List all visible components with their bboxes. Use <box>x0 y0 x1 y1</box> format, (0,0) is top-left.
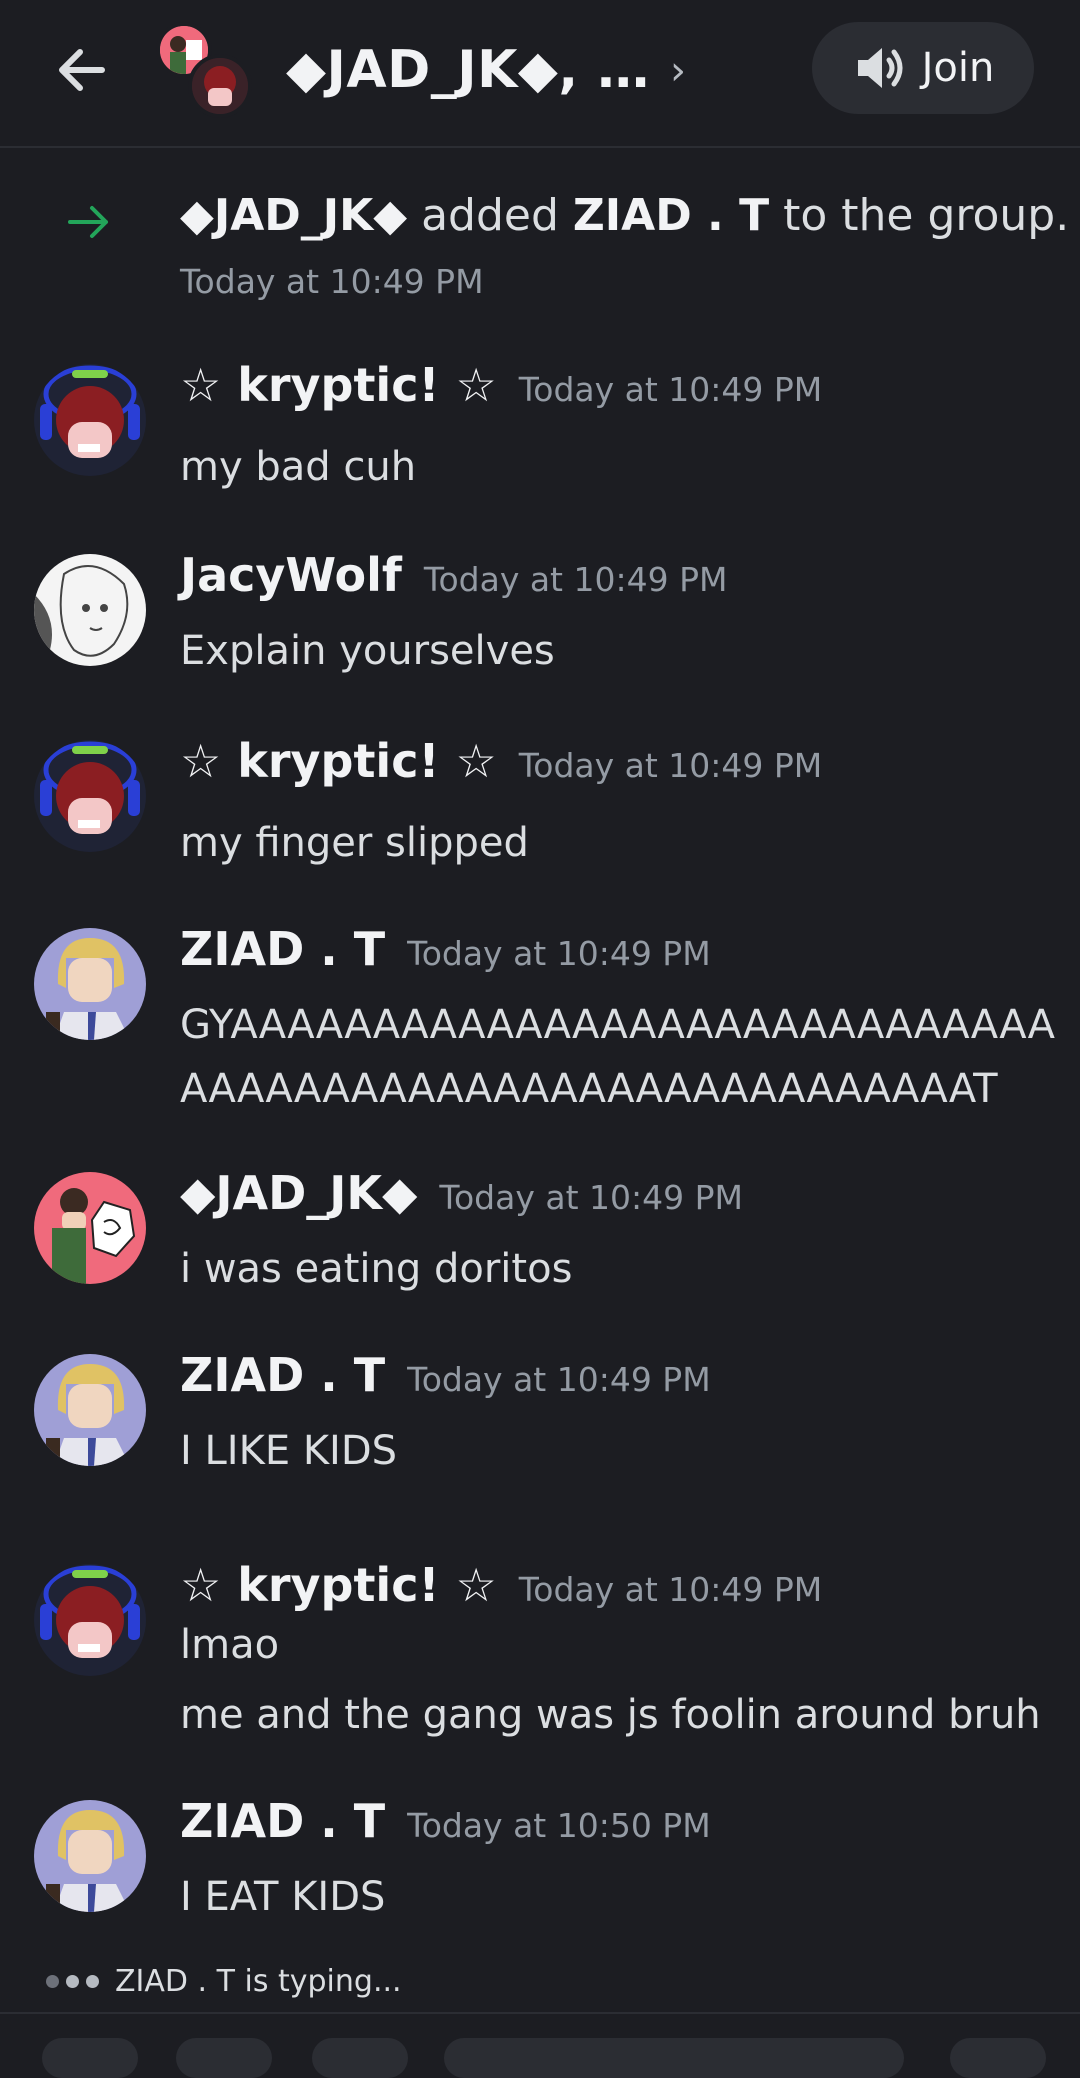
avatar[interactable] <box>34 554 146 666</box>
speaker-icon <box>857 48 903 88</box>
system-verb: added <box>407 190 573 241</box>
message-author[interactable]: ZIAD . T Today at 10:49 PM <box>180 1348 711 1402</box>
composer-action-button[interactable] <box>176 2038 272 2078</box>
message-text: Explain yourselves <box>180 628 555 674</box>
message-text: GYAAAAAAAAAAAAAAAAAAAAAAAAAAAAA <box>180 1002 1056 1048</box>
avatar[interactable] <box>34 1800 146 1912</box>
chevron-right-icon[interactable]: › <box>670 48 686 94</box>
message-text: my finger slipped <box>180 820 529 866</box>
avatar[interactable] <box>34 928 146 1040</box>
author-name[interactable]: ZIAD . T <box>180 1794 385 1848</box>
system-message-text: ◆JAD_JK◆ added ZIAD . T to the group. <box>180 190 1069 241</box>
typing-dots-icon <box>46 1975 99 1988</box>
group-avatar-stack[interactable] <box>156 22 256 118</box>
message-time: Today at 10:49 PM <box>423 560 728 599</box>
author-name[interactable]: ZIAD . T <box>180 922 385 976</box>
message-text: my bad cuh <box>180 444 417 490</box>
author-name[interactable]: ◆JAD_JK◆ <box>180 1166 417 1220</box>
message-author[interactable]: ☆ kryptic! ☆ Today at 10:49 PM <box>180 734 822 788</box>
avatar[interactable] <box>34 1354 146 1466</box>
message-author[interactable]: ☆ kryptic! ☆ Today at 10:49 PM <box>180 1558 822 1612</box>
system-target[interactable]: ZIAD . T <box>573 190 769 241</box>
message-author[interactable]: ☆ kryptic! ☆ Today at 10:49 PM <box>180 358 822 412</box>
avatar[interactable] <box>34 740 146 852</box>
message-author[interactable]: ◆JAD_JK◆ Today at 10:49 PM <box>180 1166 743 1220</box>
author-name[interactable]: ZIAD . T <box>180 1348 385 1402</box>
message-text: I EAT KIDS <box>180 1874 386 1920</box>
composer-bar <box>0 2014 1080 2078</box>
join-label: Join <box>921 45 995 91</box>
message-time: Today at 10:49 PM <box>518 1570 823 1609</box>
typing-indicator: ZIAD . T is typing... <box>46 1964 402 1999</box>
group-avatar-kryptic <box>188 54 252 118</box>
author-name[interactable]: JacyWolf <box>180 548 402 602</box>
system-message-time: Today at 10:49 PM <box>180 262 484 301</box>
message-time: Today at 10:49 PM <box>518 746 823 785</box>
message-time: Today at 10:49 PM <box>439 1178 743 1217</box>
message-author[interactable]: JacyWolf Today at 10:49 PM <box>180 548 727 602</box>
system-suffix: to the group. <box>769 190 1070 241</box>
avatar[interactable] <box>34 1172 146 1284</box>
chat-header: ◆JAD_JK◆, … › Join <box>0 0 1080 148</box>
avatar[interactable] <box>34 364 146 476</box>
message-author[interactable]: ZIAD . T Today at 10:50 PM <box>180 1794 711 1848</box>
author-name[interactable]: ☆ kryptic! ☆ <box>180 734 497 788</box>
member-added-arrow-icon <box>66 202 116 242</box>
system-actor[interactable]: ◆JAD_JK◆ <box>180 190 407 241</box>
chat-title[interactable]: ◆JAD_JK◆, … <box>286 40 650 100</box>
avatar[interactable] <box>34 1564 146 1676</box>
message-input[interactable] <box>444 2038 904 2078</box>
composer-action-button[interactable] <box>312 2038 408 2078</box>
author-name[interactable]: ☆ kryptic! ☆ <box>180 358 497 412</box>
message-time: Today at 10:49 PM <box>407 1360 711 1399</box>
message-time: Today at 10:50 PM <box>407 1806 711 1845</box>
message-text: lmao <box>180 1622 280 1668</box>
typing-text: ZIAD . T is typing... <box>115 1964 402 1999</box>
message-time: Today at 10:49 PM <box>407 934 711 973</box>
author-name[interactable]: ☆ kryptic! ☆ <box>180 1558 497 1612</box>
composer-action-button[interactable] <box>950 2038 1046 2078</box>
back-arrow-icon[interactable] <box>50 38 114 102</box>
message-text: I LIKE KIDS <box>180 1428 398 1474</box>
message-text: me and the gang was js foolin around bru… <box>180 1692 1041 1738</box>
composer-action-button[interactable] <box>42 2038 138 2078</box>
message-text: i was eating doritos <box>180 1246 573 1292</box>
message-author[interactable]: ZIAD . T Today at 10:49 PM <box>180 922 711 976</box>
join-call-button[interactable]: Join <box>812 22 1034 114</box>
message-text: AAAAAAAAAAAAAAAAAAAAAAAAAAAAT <box>180 1066 998 1112</box>
message-time: Today at 10:49 PM <box>518 370 823 409</box>
